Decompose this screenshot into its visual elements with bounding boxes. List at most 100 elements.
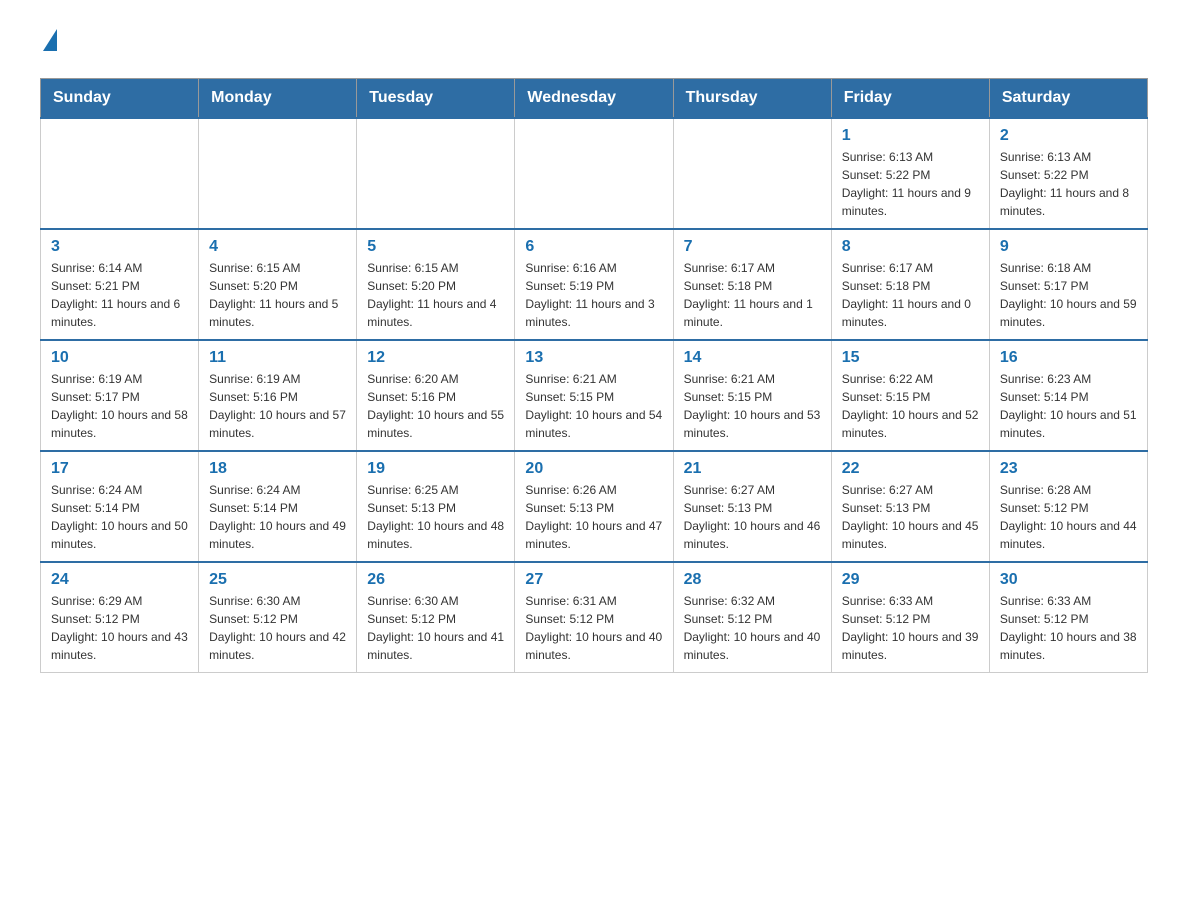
day-number: 16 [1000, 349, 1137, 367]
day-info: Sunrise: 6:21 AMSunset: 5:15 PMDaylight:… [684, 370, 821, 442]
calendar-table: SundayMondayTuesdayWednesdayThursdayFrid… [40, 78, 1148, 673]
calendar-cell [357, 118, 515, 229]
calendar-cell: 30 Sunrise: 6:33 AMSunset: 5:12 PMDayligh… [989, 562, 1147, 673]
day-number: 2 [1000, 127, 1137, 145]
day-number: 7 [684, 238, 821, 256]
day-number: 8 [842, 238, 979, 256]
day-number: 15 [842, 349, 979, 367]
day-info: Sunrise: 6:24 AMSunset: 5:14 PMDaylight:… [51, 481, 188, 553]
calendar-cell: 10 Sunrise: 6:19 AMSunset: 5:17 PMDayligh… [41, 340, 199, 451]
day-number: 4 [209, 238, 346, 256]
day-info: Sunrise: 6:25 AMSunset: 5:13 PMDaylight:… [367, 481, 504, 553]
day-info: Sunrise: 6:33 AMSunset: 5:12 PMDaylight:… [1000, 592, 1137, 664]
day-info: Sunrise: 6:30 AMSunset: 5:12 PMDaylight:… [209, 592, 346, 664]
day-number: 14 [684, 349, 821, 367]
day-number: 11 [209, 349, 346, 367]
calendar-week-row: 3 Sunrise: 6:14 AMSunset: 5:21 PMDaylight… [41, 229, 1148, 340]
day-number: 5 [367, 238, 504, 256]
day-number: 23 [1000, 460, 1137, 478]
calendar-week-row: 10 Sunrise: 6:19 AMSunset: 5:17 PMDayligh… [41, 340, 1148, 451]
calendar-cell: 24 Sunrise: 6:29 AMSunset: 5:12 PMDayligh… [41, 562, 199, 673]
calendar-cell: 9 Sunrise: 6:18 AMSunset: 5:17 PMDaylight… [989, 229, 1147, 340]
day-number: 17 [51, 460, 188, 478]
calendar-cell: 5 Sunrise: 6:15 AMSunset: 5:20 PMDaylight… [357, 229, 515, 340]
calendar-cell: 29 Sunrise: 6:33 AMSunset: 5:12 PMDayligh… [831, 562, 989, 673]
weekday-header-row: SundayMondayTuesdayWednesdayThursdayFrid… [41, 79, 1148, 119]
day-number: 13 [525, 349, 662, 367]
day-info: Sunrise: 6:18 AMSunset: 5:17 PMDaylight:… [1000, 259, 1137, 331]
day-number: 26 [367, 571, 504, 589]
day-number: 6 [525, 238, 662, 256]
day-info: Sunrise: 6:17 AMSunset: 5:18 PMDaylight:… [684, 259, 821, 331]
calendar-cell: 17 Sunrise: 6:24 AMSunset: 5:14 PMDayligh… [41, 451, 199, 562]
logo [40, 30, 57, 58]
calendar-cell [199, 118, 357, 229]
day-info: Sunrise: 6:19 AMSunset: 5:17 PMDaylight:… [51, 370, 188, 442]
calendar-week-row: 1 Sunrise: 6:13 AMSunset: 5:22 PMDaylight… [41, 118, 1148, 229]
day-info: Sunrise: 6:15 AMSunset: 5:20 PMDaylight:… [209, 259, 346, 331]
day-info: Sunrise: 6:23 AMSunset: 5:14 PMDaylight:… [1000, 370, 1137, 442]
calendar-cell: 28 Sunrise: 6:32 AMSunset: 5:12 PMDayligh… [673, 562, 831, 673]
calendar-cell: 4 Sunrise: 6:15 AMSunset: 5:20 PMDaylight… [199, 229, 357, 340]
day-info: Sunrise: 6:13 AMSunset: 5:22 PMDaylight:… [1000, 148, 1137, 220]
day-number: 27 [525, 571, 662, 589]
logo-general-text [40, 30, 57, 58]
calendar-cell: 20 Sunrise: 6:26 AMSunset: 5:13 PMDayligh… [515, 451, 673, 562]
day-number: 9 [1000, 238, 1137, 256]
day-info: Sunrise: 6:33 AMSunset: 5:12 PMDaylight:… [842, 592, 979, 664]
day-info: Sunrise: 6:26 AMSunset: 5:13 PMDaylight:… [525, 481, 662, 553]
calendar-cell: 18 Sunrise: 6:24 AMSunset: 5:14 PMDayligh… [199, 451, 357, 562]
weekday-header-sunday: Sunday [41, 79, 199, 119]
day-info: Sunrise: 6:13 AMSunset: 5:22 PMDaylight:… [842, 148, 979, 220]
calendar-cell: 3 Sunrise: 6:14 AMSunset: 5:21 PMDaylight… [41, 229, 199, 340]
day-number: 18 [209, 460, 346, 478]
calendar-week-row: 24 Sunrise: 6:29 AMSunset: 5:12 PMDayligh… [41, 562, 1148, 673]
calendar-cell: 11 Sunrise: 6:19 AMSunset: 5:16 PMDayligh… [199, 340, 357, 451]
day-number: 10 [51, 349, 188, 367]
calendar-cell: 14 Sunrise: 6:21 AMSunset: 5:15 PMDayligh… [673, 340, 831, 451]
day-info: Sunrise: 6:31 AMSunset: 5:12 PMDaylight:… [525, 592, 662, 664]
day-info: Sunrise: 6:21 AMSunset: 5:15 PMDaylight:… [525, 370, 662, 442]
weekday-header-saturday: Saturday [989, 79, 1147, 119]
weekday-header-thursday: Thursday [673, 79, 831, 119]
day-info: Sunrise: 6:14 AMSunset: 5:21 PMDaylight:… [51, 259, 188, 331]
day-info: Sunrise: 6:32 AMSunset: 5:12 PMDaylight:… [684, 592, 821, 664]
day-number: 1 [842, 127, 979, 145]
weekday-header-tuesday: Tuesday [357, 79, 515, 119]
calendar-cell: 22Sunrise: 6:27 AMSunset: 5:13 PMDayligh… [831, 451, 989, 562]
calendar-cell: 1 Sunrise: 6:13 AMSunset: 5:22 PMDaylight… [831, 118, 989, 229]
day-number: 30 [1000, 571, 1137, 589]
calendar-cell: 6Sunrise: 6:16 AMSunset: 5:19 PMDaylight… [515, 229, 673, 340]
day-info: Sunrise: 6:19 AMSunset: 5:16 PMDaylight:… [209, 370, 346, 442]
day-info: Sunrise: 6:20 AMSunset: 5:16 PMDaylight:… [367, 370, 504, 442]
day-info: Sunrise: 6:22 AMSunset: 5:15 PMDaylight:… [842, 370, 979, 442]
day-number: 24 [51, 571, 188, 589]
calendar-cell [41, 118, 199, 229]
calendar-cell [515, 118, 673, 229]
calendar-cell: 25 Sunrise: 6:30 AMSunset: 5:12 PMDayligh… [199, 562, 357, 673]
day-number: 20 [525, 460, 662, 478]
calendar-cell: 16 Sunrise: 6:23 AMSunset: 5:14 PMDayligh… [989, 340, 1147, 451]
day-number: 21 [684, 460, 821, 478]
day-number: 12 [367, 349, 504, 367]
day-number: 25 [209, 571, 346, 589]
calendar-cell: 12 Sunrise: 6:20 AMSunset: 5:16 PMDayligh… [357, 340, 515, 451]
calendar-cell: 27 Sunrise: 6:31 AMSunset: 5:12 PMDayligh… [515, 562, 673, 673]
calendar-cell: 7 Sunrise: 6:17 AMSunset: 5:18 PMDaylight… [673, 229, 831, 340]
day-info: Sunrise: 6:15 AMSunset: 5:20 PMDaylight:… [367, 259, 504, 331]
day-info: Sunrise: 6:28 AMSunset: 5:12 PMDaylight:… [1000, 481, 1137, 553]
day-number: 29 [842, 571, 979, 589]
calendar-cell: 2 Sunrise: 6:13 AMSunset: 5:22 PMDaylight… [989, 118, 1147, 229]
day-info: Sunrise: 6:24 AMSunset: 5:14 PMDaylight:… [209, 481, 346, 553]
day-number: 28 [684, 571, 821, 589]
calendar-cell: 26 Sunrise: 6:30 AMSunset: 5:12 PMDayligh… [357, 562, 515, 673]
day-info: Sunrise: 6:30 AMSunset: 5:12 PMDaylight:… [367, 592, 504, 664]
page-header [40, 30, 1148, 58]
day-info: Sunrise: 6:17 AMSunset: 5:18 PMDaylight:… [842, 259, 979, 331]
calendar-cell: 13 Sunrise: 6:21 AMSunset: 5:15 PMDayligh… [515, 340, 673, 451]
calendar-cell: 19 Sunrise: 6:25 AMSunset: 5:13 PMDayligh… [357, 451, 515, 562]
day-info: Sunrise: 6:29 AMSunset: 5:12 PMDaylight:… [51, 592, 188, 664]
day-number: 3 [51, 238, 188, 256]
day-number: 19 [367, 460, 504, 478]
calendar-cell: 23 Sunrise: 6:28 AMSunset: 5:12 PMDayligh… [989, 451, 1147, 562]
